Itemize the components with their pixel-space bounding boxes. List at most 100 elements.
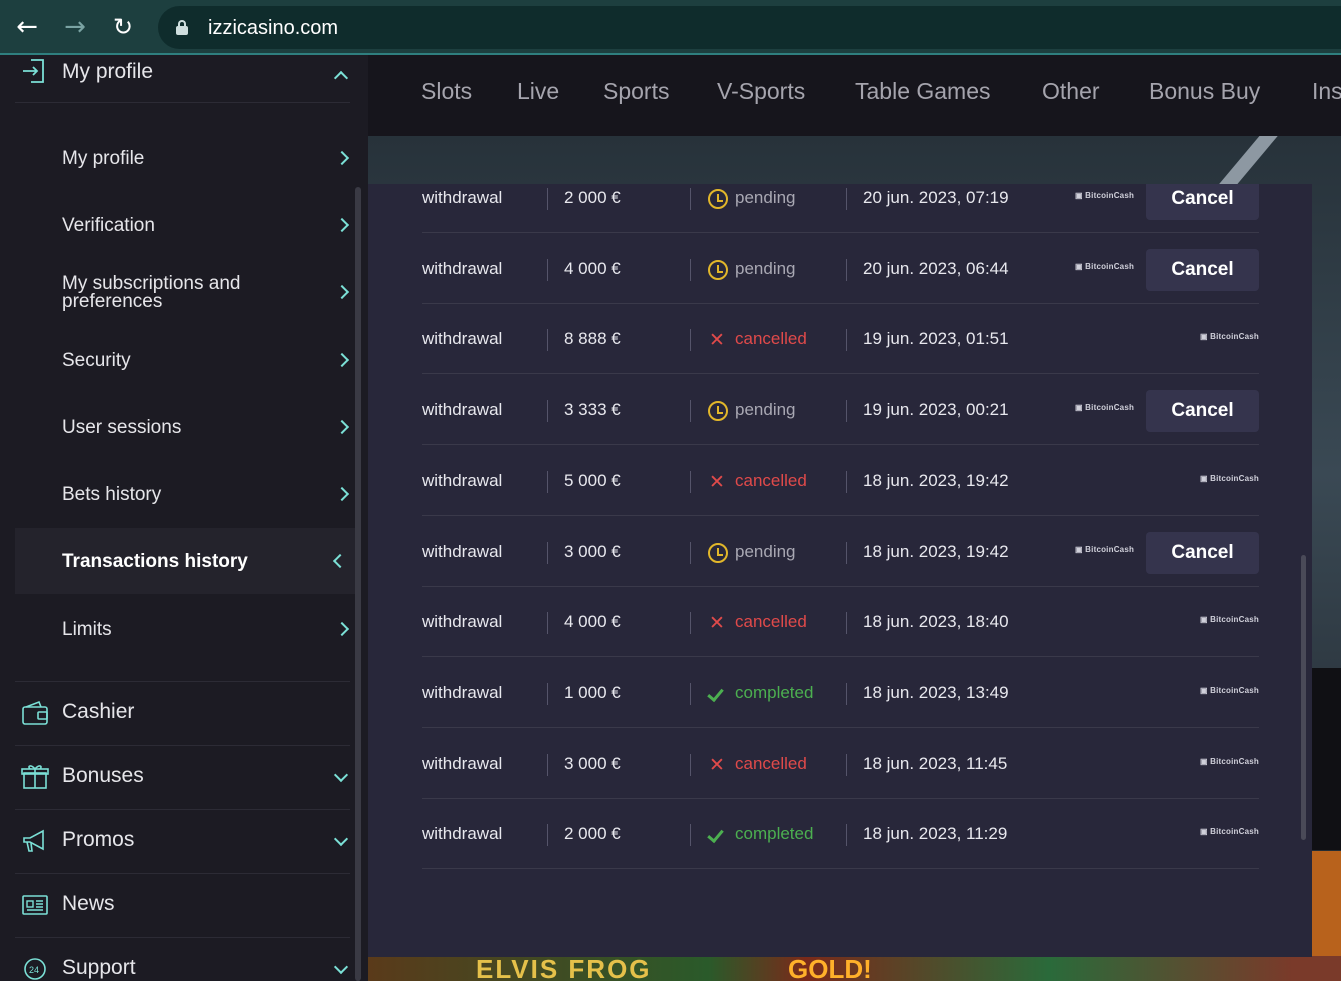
arrow-right-icon[interactable]: →: [60, 12, 90, 42]
chevron-down-icon: [333, 767, 349, 783]
transaction-amount: 1 000 €: [564, 682, 621, 702]
chevron-down-icon: [333, 959, 349, 975]
wallet-icon: [22, 700, 48, 725]
close-icon: ✕: [709, 612, 725, 635]
tab-bonus-buy[interactable]: Bonus Buy: [1149, 78, 1260, 105]
transaction-type: withdrawal: [422, 612, 503, 632]
tab-live[interactable]: Live: [517, 78, 559, 105]
sidebar-item-security[interactable]: Security: [15, 327, 355, 393]
transaction-date: 18 jun. 2023, 18:40: [863, 612, 1009, 632]
transaction-row: withdrawal 4 000 € ✕ cancelled 18 jun. 2023,…: [422, 587, 1259, 658]
tab-table-games[interactable]: Table Games: [855, 78, 991, 105]
cancel-button[interactable]: Cancel: [1146, 531, 1259, 574]
game-title-elvis-frog: ELVIS FROG: [476, 954, 652, 981]
column-divider: [846, 753, 847, 776]
transaction-row: withdrawal 8 888 € ✕ cancelled 19 jun. 2023,…: [422, 304, 1259, 375]
sidebar-item-transactions-history[interactable]: Transactions history: [15, 528, 355, 594]
transactions-history-panel: withdrawal 2 000 € pending 20 jun. 2023, 07…: [368, 184, 1312, 957]
sidebar-item-my-profile[interactable]: My profile: [15, 125, 355, 191]
sidebar-item-label: My profile: [62, 148, 145, 169]
payment-method-logo: ▣ BitcoinCash: [1199, 473, 1259, 483]
column-divider: [547, 824, 548, 847]
sidebar-item-label: Limits: [62, 619, 112, 640]
column-divider: [846, 824, 847, 847]
transaction-date: 18 jun. 2023, 19:42: [863, 541, 1009, 561]
sidebar-item-label: Verification: [62, 215, 155, 236]
transaction-type: withdrawal: [422, 470, 503, 490]
clock-icon: [707, 400, 729, 422]
transaction-date: 18 jun. 2023, 19:42: [863, 470, 1009, 490]
column-divider: [690, 188, 691, 210]
column-divider: [846, 541, 847, 564]
sidebar-item-bonuses[interactable]: Bonuses: [15, 745, 350, 809]
column-divider: [547, 541, 548, 564]
column-divider: [846, 258, 847, 281]
clock-icon: [707, 542, 729, 564]
sidebar-item-promos[interactable]: Promos: [15, 809, 350, 873]
sidebar-item-label: User sessions: [62, 417, 182, 438]
sidebar-item-label: Promos: [62, 828, 135, 851]
cancel-button[interactable]: Cancel: [1146, 248, 1259, 291]
transaction-row: withdrawal 2 000 € completed 18 jun. 2023, …: [422, 799, 1259, 870]
tab-sports[interactable]: Sports: [603, 78, 669, 105]
login-icon: [23, 59, 44, 83]
transactions-scrollbar[interactable]: [1301, 555, 1306, 840]
sidebar-item-label: Security: [62, 350, 131, 371]
close-icon: ✕: [709, 329, 725, 352]
payment-method-logo: ▣ BitcoinCash: [1075, 261, 1135, 271]
transaction-status: pending: [735, 188, 796, 207]
tab-other[interactable]: Other: [1042, 78, 1100, 105]
transaction-row: withdrawal 3 333 € pending 19 jun. 2023, 00…: [422, 375, 1259, 446]
cancel-button[interactable]: Cancel: [1146, 184, 1259, 220]
sidebar-item-bets-history[interactable]: Bets history: [15, 461, 355, 527]
chevron-right-icon: [334, 284, 350, 300]
column-divider: [547, 612, 548, 635]
check-icon: [707, 824, 729, 846]
column-divider: [846, 188, 847, 210]
arrow-left-icon[interactable]: ←: [12, 12, 42, 42]
payment-method-logo: ▣ BitcoinCash: [1075, 403, 1135, 413]
megaphone-icon: [23, 829, 44, 852]
sidebar-item-news[interactable]: News: [15, 873, 350, 937]
column-divider: [690, 541, 691, 564]
tab-slots[interactable]: Slots: [421, 78, 472, 105]
sidebar-item-cashier[interactable]: Cashier: [15, 681, 350, 745]
sidebar-item-support[interactable]: 24 Support: [15, 937, 350, 981]
lock-icon: [176, 20, 188, 35]
address-bar[interactable]: izzicasino.com: [158, 6, 1341, 49]
game-title-gold: GOLD!: [788, 954, 872, 981]
transaction-status: cancelled: [735, 470, 807, 490]
payment-method-logo: ▣ BitcoinCash: [1199, 615, 1259, 625]
chevron-right-icon: [334, 486, 350, 502]
sidebar-item-subscriptions[interactable]: My subscriptions and preferences: [15, 259, 355, 325]
transaction-row: withdrawal 4 000 € pending 20 jun. 2023, 06…: [422, 234, 1259, 304]
sidebar-section-my-profile[interactable]: My profile: [15, 55, 350, 103]
sidebar-item-label: Support: [62, 956, 136, 979]
transaction-amount: 4 000 €: [564, 612, 621, 632]
tab-v-sports[interactable]: V-Sports: [717, 78, 805, 105]
tab-ins[interactable]: Ins: [1312, 78, 1341, 105]
transaction-row: withdrawal 3 000 € pending 18 jun. 2023, 19…: [422, 517, 1259, 587]
transaction-type: withdrawal: [422, 682, 503, 702]
transaction-type: withdrawal: [422, 753, 503, 773]
column-divider: [690, 470, 691, 493]
column-divider: [690, 400, 691, 423]
transaction-date: 19 jun. 2023, 00:21: [863, 400, 1009, 420]
transaction-type: withdrawal: [422, 258, 503, 278]
column-divider: [547, 682, 548, 705]
transaction-amount: 5 000 €: [564, 470, 621, 490]
column-divider: [690, 753, 691, 776]
sidebar-scrollbar[interactable]: [355, 187, 361, 981]
reload-icon[interactable]: ↻: [108, 12, 138, 42]
transaction-amount: 2 000 €: [564, 824, 621, 844]
clock-icon: [707, 188, 729, 210]
transaction-date: 19 jun. 2023, 01:51: [863, 329, 1009, 349]
sidebar-item-label: News: [62, 892, 115, 915]
transaction-amount: 2 000 €: [564, 188, 621, 207]
payment-method-logo: ▣ BitcoinCash: [1199, 332, 1259, 342]
sidebar-item-verification[interactable]: Verification: [15, 192, 355, 258]
sidebar-item-limits[interactable]: Limits: [15, 596, 355, 662]
cancel-button[interactable]: Cancel: [1146, 390, 1259, 433]
sidebar-item-user-sessions[interactable]: User sessions: [15, 394, 355, 460]
column-divider: [690, 682, 691, 705]
